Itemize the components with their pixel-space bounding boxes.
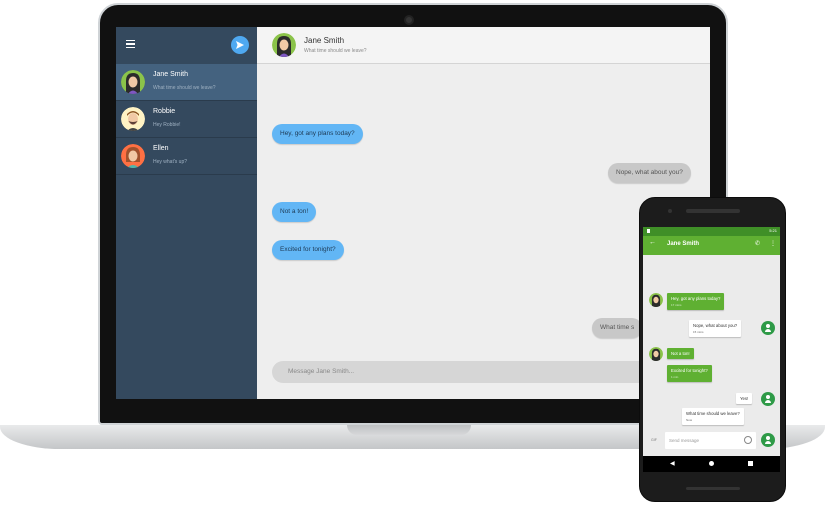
user-avatar bbox=[761, 392, 775, 406]
contact-name: Jane Smith bbox=[153, 71, 189, 78]
contact-last-message: What time should we leave? bbox=[153, 85, 216, 91]
message-bubble: Excited for tonight? bbox=[272, 240, 344, 260]
message-text: Hey, got any plans today? bbox=[671, 296, 721, 301]
phone-screen: 5:21 ← Jane Smith ✆ ⋮ Hey, got any plans… bbox=[643, 227, 780, 472]
contact-name: Robbie bbox=[153, 108, 176, 115]
avatar bbox=[272, 33, 296, 57]
message-bubble: Hey, got any plans today? 17 mins bbox=[667, 293, 725, 310]
message-text: Nope, what about you? bbox=[693, 323, 738, 328]
emoji-icon[interactable] bbox=[744, 436, 752, 444]
system-nav-bar: ◀ bbox=[643, 456, 780, 472]
laptop-screen: Jane Smith What time should we leave? Ro… bbox=[116, 27, 710, 399]
message-time: 17 mins bbox=[671, 303, 682, 307]
message-time: 1 min bbox=[671, 375, 679, 379]
phone-chin bbox=[686, 487, 740, 490]
send-message-input[interactable]: Send message bbox=[665, 432, 756, 449]
compose-button[interactable] bbox=[231, 36, 249, 54]
message-bubble: Nope, what about you? bbox=[608, 163, 691, 183]
user-avatar bbox=[761, 321, 775, 335]
avatar bbox=[121, 70, 145, 94]
contact-last-message: Hey Robbie! bbox=[153, 122, 181, 128]
phone-speaker bbox=[686, 209, 740, 213]
message-text: What time should we leave? bbox=[686, 411, 740, 416]
send-icon bbox=[236, 41, 244, 49]
status-time: 5:21 bbox=[769, 228, 777, 233]
app-bar: ← Jane Smith ✆ ⋮ bbox=[643, 236, 780, 255]
message-bubble: Not a ton! bbox=[272, 202, 317, 222]
gif-button[interactable]: GIF bbox=[651, 438, 657, 442]
sidebar-header bbox=[116, 27, 257, 64]
nav-home-icon[interactable] bbox=[709, 461, 714, 466]
chat-header: Jane Smith What time should we leave? bbox=[257, 27, 710, 64]
status-bar: 5:21 bbox=[643, 227, 780, 236]
avatar bbox=[649, 293, 663, 307]
message-text: Excited for tonight? bbox=[671, 368, 708, 373]
laptop-camera bbox=[404, 15, 414, 25]
sidebar-item-ellen[interactable]: Ellen Hey what's up? bbox=[116, 138, 257, 175]
message-text: Not a ton! bbox=[671, 351, 690, 356]
sidebar-item-jane-smith[interactable]: Jane Smith What time should we leave? bbox=[116, 64, 257, 101]
message-bubble: Yes! bbox=[736, 393, 753, 404]
message-bubble: Nope, what about you? 15 mins bbox=[689, 320, 742, 337]
message-time: Now bbox=[686, 418, 693, 422]
conversation-title: Jane Smith bbox=[667, 241, 700, 247]
sidebar-item-robbie[interactable]: Robbie Hey Robbie! bbox=[116, 101, 257, 138]
notification-icon bbox=[647, 229, 650, 233]
menu-icon[interactable] bbox=[126, 40, 135, 48]
contact-last-message: Hey what's up? bbox=[153, 159, 188, 165]
message-time: 15 mins bbox=[693, 330, 704, 334]
message-bubble: Excited for tonight? 1 min bbox=[667, 365, 712, 382]
more-options-icon[interactable]: ⋮ bbox=[770, 240, 776, 247]
chat-contact-status: What time should we leave? bbox=[304, 48, 367, 54]
message-bubble: Not a ton! bbox=[667, 348, 694, 359]
message-bubble: Hey, got any plans today? bbox=[272, 124, 363, 144]
phone-camera bbox=[668, 209, 672, 213]
nav-back-icon[interactable]: ◀ bbox=[670, 460, 675, 467]
nav-recents-icon[interactable] bbox=[748, 461, 753, 466]
message-input[interactable]: Message Jane Smith... bbox=[272, 361, 702, 383]
message-bubble: What time should we leave? Now bbox=[682, 408, 744, 425]
conversation-sidebar: Jane Smith What time should we leave? Ro… bbox=[116, 27, 257, 399]
avatar bbox=[121, 107, 145, 131]
back-arrow-icon[interactable]: ← bbox=[649, 239, 656, 246]
chat-contact-name: Jane Smith bbox=[304, 36, 345, 45]
user-avatar bbox=[761, 433, 775, 447]
message-text: Yes! bbox=[740, 396, 749, 401]
phone-call-icon[interactable]: ✆ bbox=[755, 240, 760, 247]
contact-name: Ellen bbox=[153, 145, 169, 152]
message-bubble: What time s bbox=[592, 318, 643, 338]
avatar bbox=[649, 347, 663, 361]
avatar bbox=[121, 144, 145, 168]
laptop-notch bbox=[347, 425, 471, 435]
